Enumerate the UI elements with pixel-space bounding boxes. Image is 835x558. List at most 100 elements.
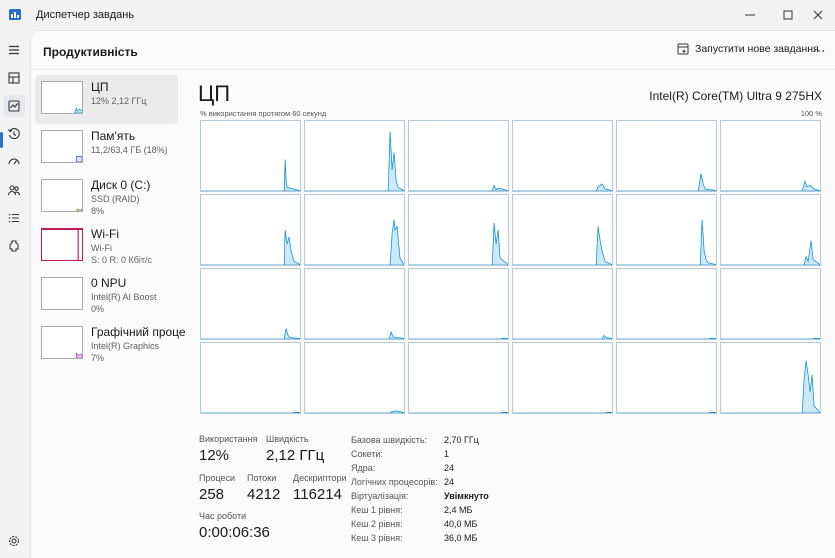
task-manager-app-icon [9,9,21,20]
hamburger-menu-button[interactable] [3,39,25,61]
detail-label: Логічних процесорів: [351,477,438,487]
resource-subtitle-2: 7% [91,353,105,363]
run-new-task-button[interactable]: Запустити нове завдання [677,43,819,55]
nav-performance[interactable] [3,95,25,117]
resource-title: Графічний проце [91,325,186,339]
run-task-icon [677,43,689,55]
header-divider [31,69,835,70]
title-bar: Диспетчер завдань [0,0,835,30]
detail-label: Віртуалізація: [351,491,409,501]
core-usage-line [721,240,820,265]
core-graph [408,268,509,340]
detail-label: Кеш 2 рівня: [351,519,403,529]
core-usage-line [201,159,300,191]
nav-services[interactable] [3,235,25,257]
resource-list: ЦП 12% 2,12 ГГц Пам'ять 11,2/63,4 ГБ (18… [35,75,186,369]
utilization-value: 12% [199,447,230,464]
nav-details[interactable] [3,207,25,229]
resource-subtitle: 11,2/63,4 ГБ (18%) [91,145,168,155]
detail-value: 2,70 ГГц [444,435,479,445]
core-graph [616,120,717,192]
core-graph [616,194,717,266]
uptime-value: 0:00:06:36 [199,524,270,541]
core-graph [408,120,509,192]
core-usage-line [305,330,404,339]
core-graph [616,268,717,340]
core-usage-line [617,219,716,265]
detail-value: Увімкнуто [444,491,489,501]
settings-icon [8,535,20,547]
services-icon [9,240,19,252]
users-icon [7,185,21,196]
close-button[interactable] [801,0,835,30]
detail-value: 2,4 МБ [444,505,473,515]
resource-subtitle-2: 0% [91,304,105,314]
resource-title: Пам'ять [91,129,136,143]
core-graph [200,120,301,192]
resource-thumbnail [41,326,83,359]
core-graph [408,342,509,414]
handles-value: 116214 [293,486,342,503]
core-usage-line [617,173,716,191]
hamburger-menu-icon [9,45,19,55]
core-graph [512,268,613,340]
core-usage-line [305,131,404,191]
resource-item-cpu[interactable]: ЦП 12% 2,12 ГГц [35,75,178,124]
resource-item-disk[interactable]: Диск 0 (C:) SSD (RAID) 8% [35,173,178,222]
core-usage-line [409,337,508,339]
nav-processes[interactable] [3,67,25,89]
core-graph [304,120,405,192]
nav-startup-apps[interactable] [3,151,25,173]
resource-thumbnail [41,228,83,261]
resource-item-npu[interactable]: 0 NPU Intel(R) AI Boost 0% [35,271,178,320]
detail-value: 40,0 МБ [444,519,478,529]
speed-value: 2,12 ГГц [266,447,325,464]
core-usage-line [513,183,612,191]
maximize-icon [783,10,793,20]
resource-item-gpu[interactable]: Графічний проце Intel(R) Graphics 7% [35,320,186,369]
more-options-button[interactable] [809,41,829,61]
resource-title: 0 NPU [91,276,127,290]
nav-settings[interactable] [3,530,25,552]
core-graph [408,194,509,266]
utilization-label: Використання [199,434,258,444]
core-graph [512,194,613,266]
handles-label: Дескриптори [293,473,347,483]
nav-app-history[interactable] [3,123,25,145]
resource-item-memory[interactable]: Пам'ять 11,2/63,4 ГБ (18%) [35,124,178,173]
navigation-rail [0,30,28,557]
cpu-mini-graph [73,107,82,113]
startup-apps-icon [8,158,20,165]
resource-subtitle: Wi-Fi [91,243,112,253]
uptime-label: Час роботи [199,511,247,521]
core-graph [200,194,301,266]
resource-subtitle: Intel(R) AI Boost [91,292,157,302]
core-graph [304,268,405,340]
core-usage-line [201,411,300,413]
nav-users[interactable] [3,179,25,201]
core-usage-line [409,184,508,191]
core-usage-line [513,411,612,413]
resource-item-wifi[interactable]: Wi-Fi Wi-Fi S: 0 R: 0 Кбіт/с [35,222,178,271]
core-usage-line [617,337,716,339]
maximize-button[interactable] [771,0,805,30]
app-history-icon [8,128,20,140]
core-graph [200,268,301,340]
memory-mini-graph [75,155,82,162]
resource-thumbnail [41,179,83,212]
close-icon [813,10,823,20]
more-options-icon [813,50,825,52]
detail-value: 36,0 МБ [444,533,478,543]
resource-subtitle: 12% 2,12 ГГц [91,96,147,106]
threads-value: 4212 [247,486,281,503]
minimize-button[interactable] [733,0,767,30]
core-usage-line [513,334,612,339]
run-new-task-label: Запустити нове завдання [695,43,819,55]
core-usage-line [721,337,820,339]
resource-title: Wi-Fi [91,227,119,241]
core-graph [720,120,821,192]
threads-label: Потоки [247,473,277,483]
detail-label: Сокети: [351,449,383,459]
resource-title: ЦП [91,80,109,94]
detail-label: Базова швидкість: [351,435,428,445]
